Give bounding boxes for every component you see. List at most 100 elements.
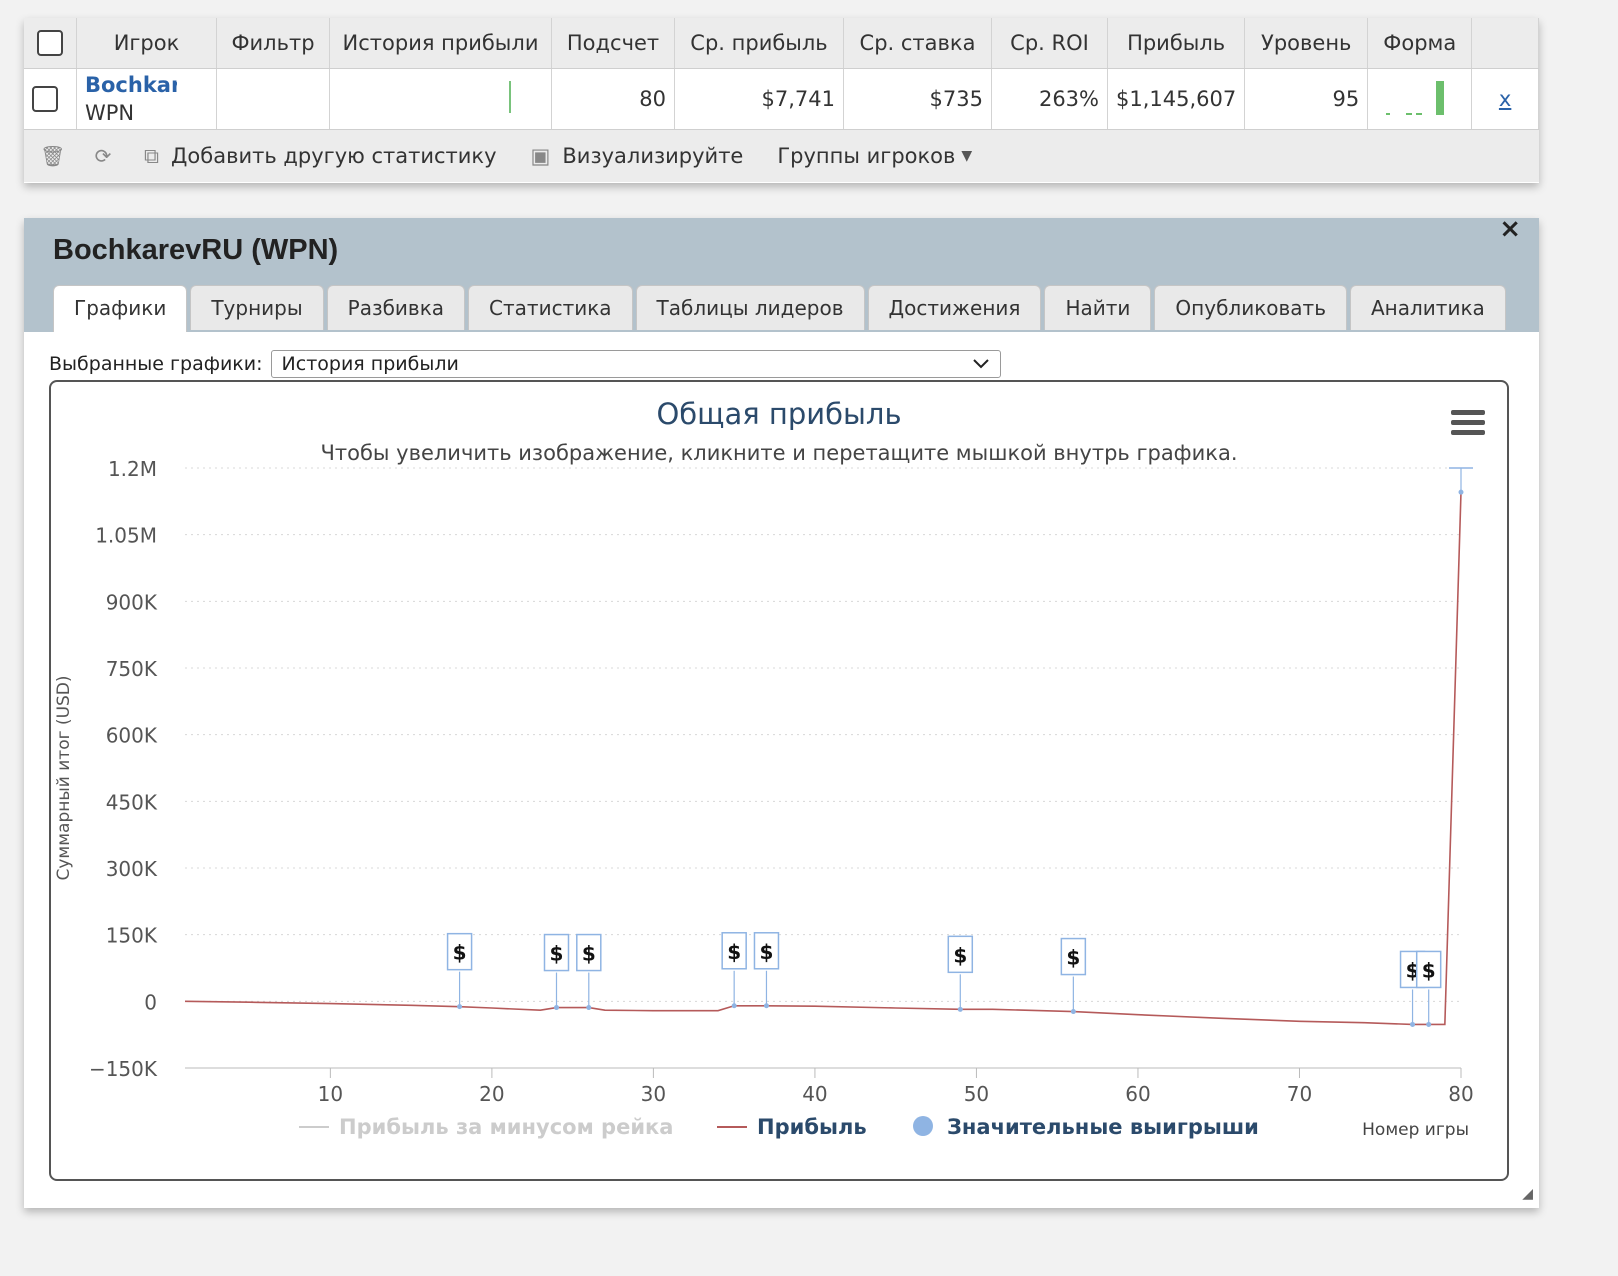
player-window: BochkarevRU (WPN) × Графики Турниры Разб… — [24, 214, 1539, 1208]
tab-publish[interactable]: Опубликовать — [1154, 285, 1347, 330]
tab-statistics[interactable]: Статистика — [468, 285, 633, 330]
player-network: WPN — [85, 101, 135, 125]
y-tick-label: 300K — [106, 857, 158, 881]
visualize-label: Визуализируйте — [562, 144, 744, 168]
y-tick-label: 0 — [144, 990, 157, 1014]
y-tick-label: 1.2M — [108, 457, 157, 481]
significant-win-label: $ — [550, 942, 564, 966]
x-tick-label: 10 — [318, 1082, 343, 1106]
caret-down-icon: ▼ — [961, 148, 973, 164]
tab-leaderboards[interactable]: Таблицы лидеров — [635, 285, 865, 330]
row-select-cell — [24, 68, 77, 130]
player-groups-label: Группы игроков — [777, 144, 956, 168]
y-tick-label: 150K — [106, 924, 158, 948]
significant-win-point — [1458, 489, 1464, 495]
filter-cell[interactable] — [216, 68, 330, 130]
col-header-profit[interactable]: Прибыль — [1107, 18, 1246, 69]
level-cell: 95 — [1244, 68, 1369, 130]
x-tick-label: 60 — [1125, 1082, 1150, 1106]
count-cell: 80 — [551, 68, 675, 130]
y-tick-label: 1.05M — [95, 524, 157, 548]
profit-cell: $1,145,607 — [1107, 68, 1246, 130]
col-header-profit-history[interactable]: История прибыли — [329, 18, 552, 69]
add-stat-label: Добавить другую статистику — [171, 144, 497, 168]
table-row: Bochkar WPN 80 $7,741 $735 263% $1,145,6… — [24, 68, 1539, 130]
legend-significant-label: Значительные выигрыши — [947, 1115, 1259, 1139]
form-bar — [1436, 80, 1445, 115]
refresh-icon[interactable]: ⟳ — [92, 144, 114, 168]
significant-win-point — [1070, 1009, 1076, 1015]
col-header-filter[interactable]: Фильтр — [216, 18, 330, 69]
profit-chart[interactable]: Общая прибыль Чтобы увеличить изображение… — [51, 382, 1507, 1179]
stats-table: Игрок Фильтр История прибыли Подсчет Ср.… — [24, 18, 1539, 130]
add-window-icon: ⧉ — [144, 143, 159, 168]
y-tick-label: −150K — [89, 1057, 158, 1081]
y-tick-label: 600K — [106, 724, 158, 748]
significant-win-label: $ — [1066, 946, 1080, 970]
player-cell: Bochkar WPN — [76, 68, 217, 130]
add-stat-button[interactable]: ⧉ Добавить другую статистику — [144, 144, 497, 169]
chart-menu-icon[interactable] — [1451, 410, 1485, 440]
col-header-level[interactable]: Уровень — [1244, 18, 1369, 69]
col-header-avg-profit[interactable]: Ср. прибыль — [674, 18, 844, 69]
profit-history-sparkline — [509, 80, 511, 113]
visualize-button[interactable]: ▣ Визуализируйте — [531, 144, 744, 168]
remove-player-link[interactable]: x — [1499, 87, 1511, 111]
chart-selector-value: История прибыли — [281, 353, 459, 375]
tab-tournaments[interactable]: Турниры — [190, 285, 324, 330]
x-tick-label: 30 — [641, 1082, 666, 1106]
resize-grip-icon[interactable]: ◢ — [1522, 1186, 1533, 1202]
profit-series-line — [184, 492, 1462, 1026]
x-tick-label: 40 — [802, 1082, 827, 1106]
significant-win-point — [586, 1005, 592, 1011]
col-header-count[interactable]: Подсчет — [551, 18, 675, 69]
player-stats-panel: Игрок Фильтр История прибыли Подсчет Ср.… — [24, 18, 1539, 183]
window-title: BochkarevRU (WPN) — [53, 234, 339, 266]
trash-icon[interactable]: 🗑 — [40, 144, 65, 168]
tab-breakdown[interactable]: Разбивка — [326, 285, 466, 330]
tab-achievements[interactable]: Достижения — [867, 285, 1042, 330]
y-axis-label: Суммарный итог (USD) — [54, 675, 74, 880]
significant-win-label: $ — [1422, 958, 1436, 982]
significant-win-point — [763, 1003, 769, 1009]
form-cell — [1367, 68, 1473, 130]
col-header-avg-stake[interactable]: Ср. ставка — [843, 18, 992, 69]
avg-profit-cell: $7,741 — [674, 68, 844, 130]
significant-win-label: $ — [953, 943, 967, 967]
x-tick-label: 80 — [1448, 1082, 1473, 1106]
chart-selector-dropdown[interactable]: История прибыли — [270, 350, 1001, 378]
col-header-form[interactable]: Форма — [1367, 18, 1473, 69]
col-header-avg-roi[interactable]: Ср. ROI — [991, 18, 1108, 69]
avg-stake-cell: $735 — [843, 68, 992, 130]
form-bar — [1386, 112, 1391, 115]
close-icon[interactable]: × — [1499, 214, 1521, 244]
significant-win-point — [1410, 1021, 1416, 1027]
tab-analytics[interactable]: Аналитика — [1350, 285, 1506, 330]
significant-win-point — [457, 1004, 463, 1010]
legend-significant-swatch — [913, 1116, 933, 1136]
row-checkbox[interactable] — [32, 86, 58, 112]
chart-selector-row: Выбранные графики: История прибыли — [49, 350, 1001, 378]
chart-container[interactable]: Общая прибыль Чтобы увеличить изображение… — [49, 380, 1509, 1181]
significant-win-point — [1426, 1021, 1432, 1027]
select-all-checkbox[interactable] — [37, 30, 63, 56]
remove-cell: x — [1471, 68, 1539, 130]
player-groups-dropdown[interactable]: Группы игроков ▼ — [777, 144, 972, 168]
player-name-link[interactable]: Bochkar — [85, 71, 177, 99]
tab-charts[interactable]: Графики — [53, 285, 188, 332]
stats-toolbar: 🗑 ⟳ ⧉ Добавить другую статистику ▣ Визуа… — [24, 130, 1539, 182]
significant-win-label: $ — [760, 940, 774, 964]
significant-win-label: $ — [727, 940, 741, 964]
image-icon: ▣ — [530, 144, 551, 168]
legend-ex-rake-label: Прибыль за минусом рейка — [339, 1115, 673, 1139]
col-header-remove — [1471, 18, 1539, 69]
tab-bar: Графики Турниры Разбивка Статистика Табл… — [53, 285, 1506, 332]
x-axis-label: Номер игры — [1362, 1120, 1469, 1140]
y-tick-label: 450K — [106, 790, 158, 814]
window-header: BochkarevRU (WPN) × Графики Турниры Разб… — [24, 214, 1539, 332]
chart-selector-label: Выбранные графики: — [49, 353, 263, 375]
tab-find[interactable]: Найти — [1044, 285, 1152, 330]
significant-win-point — [957, 1006, 963, 1012]
form-bar — [1416, 112, 1423, 115]
col-header-player[interactable]: Игрок — [76, 18, 217, 69]
